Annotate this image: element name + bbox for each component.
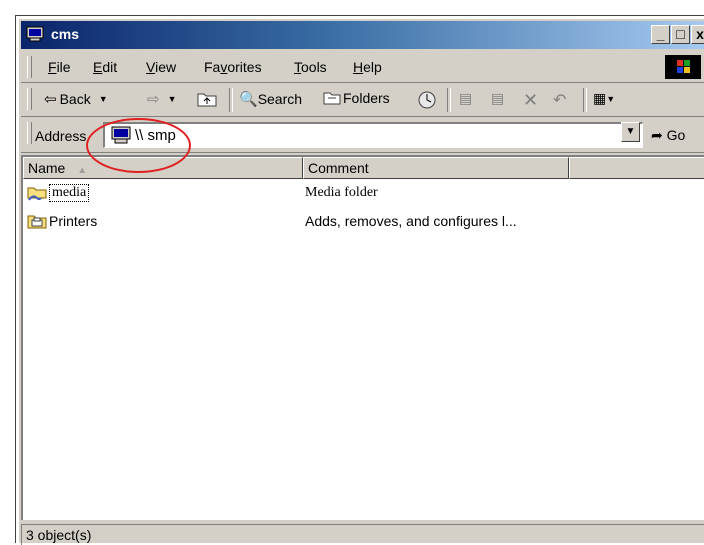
search-button[interactable]: 🔍 Search xyxy=(239,90,302,108)
sort-ascending-icon: ▲ xyxy=(77,165,88,176)
menu-grip[interactable] xyxy=(27,56,32,78)
row-comment: Media folder xyxy=(305,185,378,200)
shared-folder-icon xyxy=(27,187,47,201)
row-comment: Adds, removes, and configures l... xyxy=(305,213,517,229)
status-text: 3 object(s) xyxy=(21,524,704,545)
column-header-comment-label: Comment xyxy=(308,160,369,176)
file-list[interactable]: Name ▲ Comment media Media folder Printe… xyxy=(21,155,704,520)
row-name-cell: Printers xyxy=(27,212,97,230)
address-dropdown-button[interactable]: ▼ xyxy=(621,122,640,142)
menu-bar: File Edit View Favorites Tools Help xyxy=(21,52,704,83)
toolbar-grip[interactable] xyxy=(27,88,32,110)
copy-to-icon: ▤ xyxy=(491,90,505,106)
highlight-circle xyxy=(86,118,191,173)
close-button[interactable]: x xyxy=(691,25,704,44)
forward-button[interactable]: ⇨ ▼ xyxy=(147,90,177,108)
row-name: Printers xyxy=(49,213,98,229)
back-arrow-icon: ⇦ xyxy=(44,91,57,108)
row-name-cell: media xyxy=(27,184,90,202)
menu-help[interactable]: Help xyxy=(353,59,382,75)
list-item[interactable]: media Media folder xyxy=(23,181,704,207)
toolbar-separator xyxy=(447,88,451,112)
up-folder-icon xyxy=(197,93,217,107)
chevron-down-icon: ▼ xyxy=(625,126,636,137)
back-dropdown-icon[interactable]: ▼ xyxy=(99,94,108,104)
folders-button[interactable]: Folders xyxy=(323,90,390,106)
windows-logo-icon xyxy=(665,55,701,79)
back-button[interactable]: ⇦ Back ▼ xyxy=(44,90,108,108)
folders-icon xyxy=(323,92,341,105)
forward-dropdown-icon[interactable]: ▼ xyxy=(168,94,177,104)
history-button[interactable] xyxy=(417,90,437,110)
column-header-name-label: Name xyxy=(28,160,66,176)
maximize-icon: □ xyxy=(676,26,685,42)
go-arrow-icon: ➦ xyxy=(651,127,663,143)
go-button[interactable]: ➦ Go xyxy=(651,127,685,144)
computer-icon xyxy=(26,26,44,42)
search-icon: 🔍 xyxy=(239,91,258,108)
menu-tools[interactable]: Tools xyxy=(294,59,327,75)
maximize-button[interactable]: □ xyxy=(671,25,690,44)
address-grip[interactable] xyxy=(27,122,32,144)
menu-edit[interactable]: Edit xyxy=(93,59,117,75)
copy-to-button[interactable]: ▤ xyxy=(491,90,504,107)
back-label: Back xyxy=(59,91,91,107)
views-icon: ▦ xyxy=(593,90,607,106)
column-header-empty[interactable] xyxy=(569,157,704,179)
undo-icon: ↶ xyxy=(553,92,567,109)
search-label: Search xyxy=(257,91,303,107)
menu-view[interactable]: View xyxy=(146,59,176,75)
delete-button[interactable]: ✕ xyxy=(523,90,538,111)
window-title: cms xyxy=(51,26,80,42)
folders-label: Folders xyxy=(343,90,390,106)
up-folder-button[interactable] xyxy=(197,90,217,107)
explorer-window: cms _ □ x File Edit View Favorites Tools… xyxy=(17,17,704,545)
title-bar[interactable]: cms _ □ x xyxy=(21,21,704,49)
move-to-icon: ▤ xyxy=(459,90,473,106)
column-header-comment[interactable]: Comment xyxy=(303,157,569,179)
toolbar-separator xyxy=(583,88,587,112)
menu-file[interactable]: File xyxy=(48,59,71,75)
history-icon xyxy=(418,91,436,109)
toolbar-separator xyxy=(229,88,233,112)
printers-folder-icon xyxy=(27,215,47,229)
close-icon: x xyxy=(696,26,704,42)
go-label: Go xyxy=(666,127,686,143)
undo-button[interactable]: ↶ xyxy=(553,90,566,110)
status-bar: 3 object(s) xyxy=(21,522,704,545)
move-to-button[interactable]: ▤ xyxy=(459,90,472,107)
views-dropdown-icon[interactable]: ▼ xyxy=(606,94,615,104)
delete-icon: ✕ xyxy=(523,90,539,110)
forward-arrow-icon: ⇨ xyxy=(147,91,160,108)
views-button[interactable]: ▦ ▼ xyxy=(593,90,615,107)
standard-toolbar: ⇦ Back ▼ ⇨ ▼ 🔍 Search Folders ▤ ▤ ✕ ↶ ▦ … xyxy=(21,84,704,117)
minimize-icon: _ xyxy=(656,26,665,42)
row-name: media xyxy=(49,184,90,202)
list-item[interactable]: Printers Adds, removes, and configures l… xyxy=(23,209,704,235)
minimize-button[interactable]: _ xyxy=(651,25,670,44)
address-label: Address xyxy=(35,128,87,144)
menu-favorites[interactable]: Favorites xyxy=(204,59,262,75)
